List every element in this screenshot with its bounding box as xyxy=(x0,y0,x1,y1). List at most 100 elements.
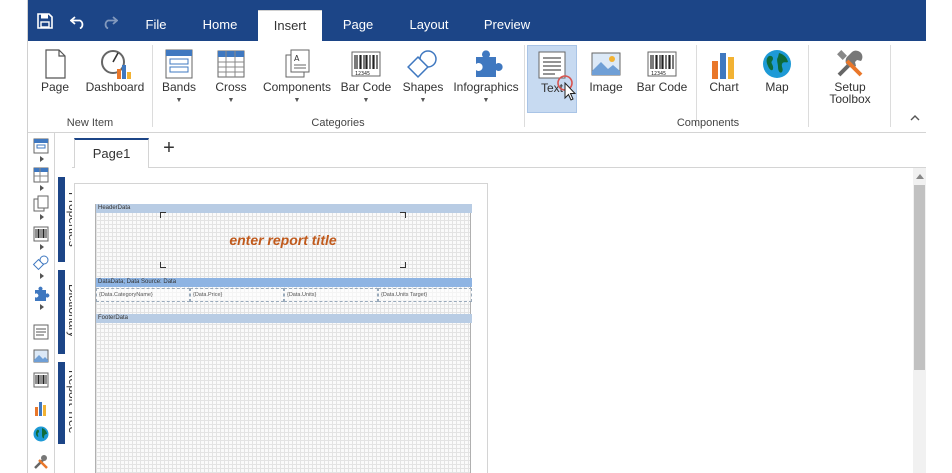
resize-handle[interactable] xyxy=(400,212,406,218)
group-components: Components xyxy=(676,117,740,129)
page-icon xyxy=(45,49,66,79)
tab-page1[interactable]: Page1 xyxy=(74,138,149,168)
dashboard-icon xyxy=(101,50,131,79)
image-button[interactable]: Image xyxy=(581,45,631,113)
tools-icon xyxy=(837,50,863,77)
toolbox-puzzle-icon[interactable] xyxy=(32,285,50,303)
cross-tab-icon xyxy=(217,50,245,78)
scroll-thumb[interactable] xyxy=(914,185,925,370)
barcode-button[interactable]: 12345 Bar Code xyxy=(634,45,690,113)
text-button[interactable]: Text xyxy=(527,45,577,113)
report-title-text[interactable]: enter report title xyxy=(160,212,406,268)
properties-tab-bar xyxy=(58,177,65,262)
data-cell-category[interactable]: {Data.CategoryName} xyxy=(96,288,190,302)
infographics-button[interactable]: Infographics ▼ xyxy=(452,45,520,113)
toolbox-globe-icon[interactable] xyxy=(32,425,50,443)
components-button[interactable]: A Components ▼ xyxy=(262,45,332,113)
tab-insert[interactable]: Insert xyxy=(258,10,322,41)
resize-handle[interactable] xyxy=(160,212,166,218)
group-categories: Categories xyxy=(311,117,365,129)
group-separator xyxy=(524,45,525,127)
page-grid: HeaderData enter report title DataData; … xyxy=(95,204,472,473)
toolbox xyxy=(28,133,55,473)
toolbox-shapes-icon[interactable] xyxy=(32,254,50,272)
puzzle-icon xyxy=(476,50,503,77)
shapes-dropdown-icon: ▼ xyxy=(419,97,427,104)
toolbox-barcode-icon[interactable] xyxy=(32,371,50,389)
data-cell-units-target[interactable]: {Data.Units Target} xyxy=(378,288,472,302)
chart-button[interactable]: Chart xyxy=(700,45,748,113)
data-cell-price[interactable]: {Data.Price} xyxy=(190,288,284,302)
tab-home[interactable]: Home xyxy=(188,10,252,41)
toolbox-chart-icon[interactable] xyxy=(32,399,50,417)
footer-band[interactable]: FooterData xyxy=(96,314,472,323)
tab-file[interactable]: File xyxy=(134,10,178,41)
undo-icon[interactable] xyxy=(69,12,87,30)
report-designer: File Home Insert Page Layout Preview Pag… xyxy=(27,0,926,473)
barcode-dropdown-icon: ▼ xyxy=(362,97,370,104)
tab-page[interactable]: Page xyxy=(328,10,388,41)
title-bar: File Home Insert Page Layout Preview xyxy=(28,0,926,41)
bands-icon xyxy=(165,49,193,79)
toolbox-expand-icon[interactable] xyxy=(40,185,44,191)
map-button[interactable]: Map xyxy=(752,45,802,113)
image-icon xyxy=(591,52,621,76)
shapes-icon xyxy=(407,50,437,78)
data-cell-units[interactable]: {Data.Units} xyxy=(284,288,378,302)
tab-preview[interactable]: Preview xyxy=(472,10,542,41)
globe-icon xyxy=(763,50,791,78)
svg-text:12345: 12345 xyxy=(651,71,666,77)
scroll-up-icon[interactable] xyxy=(916,174,924,179)
bands-dropdown-icon: ▼ xyxy=(175,97,183,104)
toolbox-bands-icon[interactable] xyxy=(32,137,50,155)
group-separator xyxy=(808,45,809,127)
page-button[interactable]: Page xyxy=(34,45,76,113)
group-separator xyxy=(696,45,697,127)
toolbox-expand-icon[interactable] xyxy=(40,156,44,162)
toolbox-cross-icon[interactable] xyxy=(32,166,50,184)
toolbox-components-icon[interactable] xyxy=(32,195,50,213)
chart-icon xyxy=(712,53,734,79)
page-tabs: Page1 + xyxy=(72,133,926,168)
group-new-item: New Item xyxy=(66,117,114,129)
toolbox-tools-icon[interactable] xyxy=(32,453,50,471)
dashboard-button[interactable]: Dashboard xyxy=(84,45,146,113)
ribbon: Page Dashboard New Item Bands ▼ Cross ▼ … xyxy=(28,41,926,133)
cursor-icon xyxy=(557,75,577,101)
vertical-scrollbar[interactable] xyxy=(913,168,926,473)
infographics-dropdown-icon: ▼ xyxy=(482,97,490,104)
redo-icon[interactable] xyxy=(101,12,119,30)
toolbox-expand-icon[interactable] xyxy=(40,273,44,279)
data-band[interactable]: DataData; Data Source: Data xyxy=(96,278,472,287)
shapes-button[interactable]: Shapes ▼ xyxy=(398,45,448,113)
add-page-button[interactable]: + xyxy=(160,138,178,159)
bands-button[interactable]: Bands ▼ xyxy=(156,45,202,113)
cross-button[interactable]: Cross ▼ xyxy=(208,45,254,113)
toolbox-text-icon[interactable] xyxy=(32,323,50,341)
svg-text:A: A xyxy=(294,54,300,63)
resize-handle[interactable] xyxy=(160,262,166,268)
group-separator xyxy=(152,45,153,127)
toolbox-expand-icon[interactable] xyxy=(40,244,44,250)
toolbox-expand-icon[interactable] xyxy=(40,304,44,310)
report-tree-tab-bar xyxy=(58,362,65,444)
barcode-category-button[interactable]: 12345 Bar Code ▼ xyxy=(338,45,394,113)
components-dropdown-icon: ▼ xyxy=(293,97,301,104)
toolbox-barcode-icon[interactable] xyxy=(32,225,50,243)
report-page[interactable]: HeaderData enter report title DataData; … xyxy=(74,183,488,473)
resize-handle[interactable] xyxy=(400,262,406,268)
group-separator xyxy=(890,45,891,127)
cross-dropdown-icon: ▼ xyxy=(227,97,235,104)
barcode-icon: 12345 xyxy=(647,51,677,77)
dictionary-tab-bar xyxy=(58,270,65,354)
toolbox-image-icon[interactable] xyxy=(32,347,50,365)
tab-layout[interactable]: Layout xyxy=(396,10,462,41)
collapse-ribbon-icon[interactable] xyxy=(910,113,920,125)
toolbox-expand-icon[interactable] xyxy=(40,214,44,220)
components-icon: A xyxy=(285,49,310,78)
setup-toolbox-button[interactable]: Setup Toolbox xyxy=(818,45,882,113)
barcode-icon: 12345 xyxy=(351,51,381,77)
save-icon[interactable] xyxy=(36,12,54,30)
svg-text:12345: 12345 xyxy=(355,71,370,77)
design-canvas: HeaderData enter report title DataData; … xyxy=(72,168,914,473)
